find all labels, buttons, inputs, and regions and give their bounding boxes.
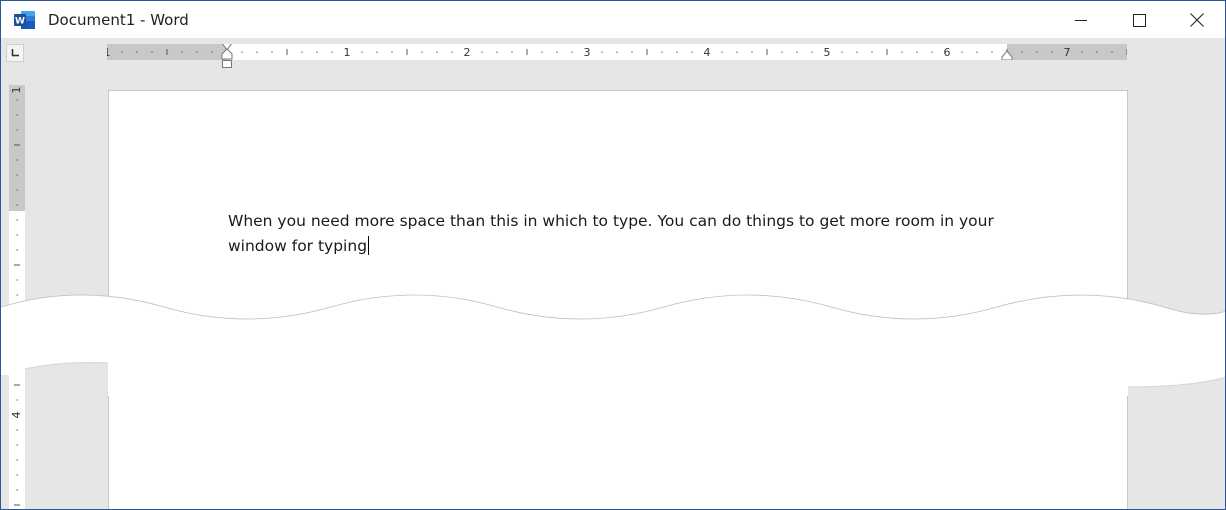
text-cursor	[368, 236, 370, 255]
document-page[interactable]: When you need more space than this in wh…	[108, 90, 1128, 509]
tab-selector-button[interactable]	[6, 44, 24, 62]
maximize-icon	[1132, 13, 1146, 27]
ruler-label: 1	[344, 46, 351, 59]
document-title: Document1 - Word	[48, 11, 189, 29]
word-window: W Document1 - Word 1 2 3 4 5 6 7 1 4 Whe…	[0, 0, 1226, 510]
document-body-text[interactable]: When you need more space than this in wh…	[228, 209, 1008, 259]
maximize-button[interactable]	[1110, 1, 1168, 39]
left-indent-box[interactable]	[222, 60, 232, 68]
svg-text:W: W	[15, 17, 25, 27]
minimize-button[interactable]	[1052, 1, 1110, 39]
minimize-icon	[1075, 14, 1087, 26]
body-text: When you need more space than this in wh…	[228, 212, 994, 255]
word-icon[interactable]: W	[14, 10, 36, 30]
ruler-label: 4	[704, 46, 711, 59]
ruler-label: 6	[944, 46, 951, 59]
ruler-label: 5	[824, 46, 831, 59]
ruler-label: 1	[107, 46, 111, 59]
title-bar[interactable]: W Document1 - Word	[1, 1, 1225, 39]
vertical-ruler[interactable]: 1 4	[9, 85, 25, 509]
ruler-label: 7	[1064, 46, 1071, 59]
ruler-label: 4	[10, 412, 23, 419]
ruler-label: 2	[464, 46, 471, 59]
close-icon	[1190, 13, 1204, 27]
ruler-label: 1	[10, 87, 23, 94]
close-button[interactable]	[1168, 1, 1225, 39]
ruler-label: 3	[584, 46, 591, 59]
horizontal-ruler[interactable]: 1 1 2 3 4 5 6 7	[107, 44, 1127, 60]
